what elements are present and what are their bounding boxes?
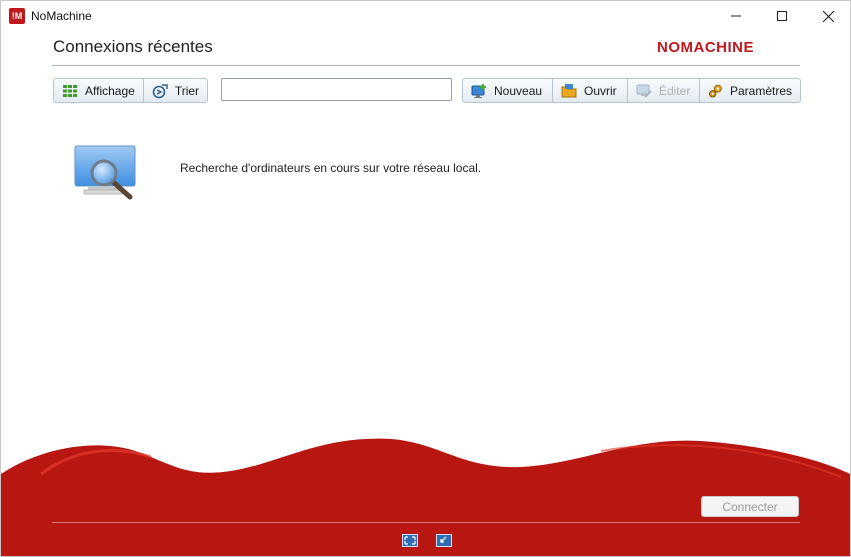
new-connection-icon bbox=[471, 83, 486, 98]
new-button[interactable]: Nouveau bbox=[463, 79, 553, 102]
page-title: Connexions récentes bbox=[53, 37, 213, 56]
view-button-label: Affichage bbox=[85, 83, 135, 98]
minimize-button[interactable] bbox=[713, 1, 759, 31]
footer-divider bbox=[52, 522, 800, 523]
settings-gears-icon bbox=[708, 84, 722, 98]
minimize-view-icon[interactable] bbox=[436, 534, 452, 547]
edit-icon bbox=[636, 84, 652, 98]
footer-wave-decoration bbox=[1, 438, 850, 556]
maximize-icon bbox=[777, 11, 787, 21]
fullscreen-icon[interactable] bbox=[402, 534, 418, 547]
settings-button[interactable]: Paramètres bbox=[700, 79, 800, 102]
view-button[interactable]: Affichage bbox=[54, 79, 144, 102]
monitor-search-icon bbox=[74, 145, 136, 200]
nomachine-logo: NOMACHINE bbox=[657, 39, 754, 56]
grid-icon bbox=[63, 84, 77, 97]
window-title: NoMachine bbox=[31, 9, 92, 23]
actions-group: Nouveau Ouvrir Éditer Paramètres bbox=[462, 78, 801, 103]
maximize-button[interactable] bbox=[759, 1, 805, 31]
connect-button[interactable]: Connecter bbox=[701, 496, 799, 517]
open-button-label: Ouvrir bbox=[584, 83, 617, 98]
close-icon bbox=[822, 10, 834, 22]
settings-button-label: Paramètres bbox=[729, 83, 792, 98]
sort-button[interactable]: Trier bbox=[144, 79, 207, 102]
nomachine-app-icon: !M bbox=[9, 8, 25, 24]
svg-text:NOMACHINE: NOMACHINE bbox=[657, 39, 754, 56]
search-status-text: Recherche d'ordinateurs en cours sur vot… bbox=[180, 161, 482, 175]
edit-button-label: Éditer bbox=[659, 83, 691, 98]
header-divider bbox=[52, 65, 800, 66]
open-folder-icon bbox=[561, 83, 577, 97]
new-button-label: Nouveau bbox=[494, 83, 543, 98]
sort-button-label: Trier bbox=[174, 83, 200, 98]
minimize-icon bbox=[731, 15, 741, 17]
close-button[interactable] bbox=[805, 1, 850, 31]
search-input[interactable] bbox=[221, 78, 452, 101]
edit-button[interactable]: Éditer bbox=[628, 79, 700, 102]
title-bar: !M NoMachine bbox=[1, 1, 850, 31]
view-sort-group: Affichage Trier bbox=[53, 78, 209, 103]
sort-icon bbox=[152, 83, 168, 98]
open-button[interactable]: Ouvrir bbox=[553, 79, 628, 102]
app-window: !M NoMachine Connexions récentes NOMACHI… bbox=[0, 0, 851, 557]
